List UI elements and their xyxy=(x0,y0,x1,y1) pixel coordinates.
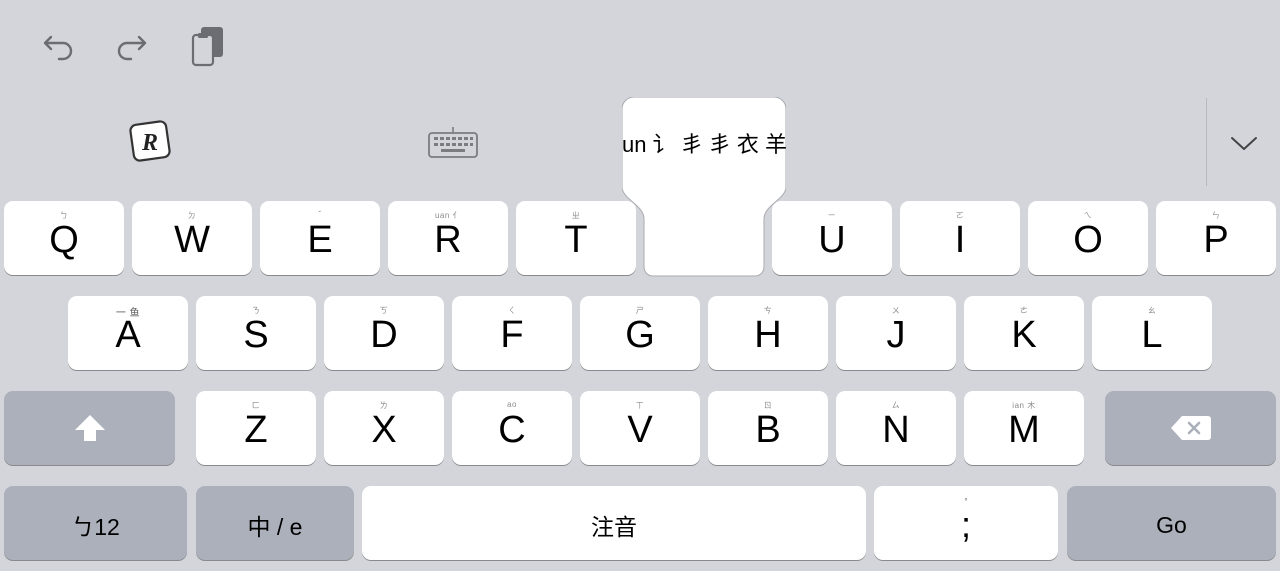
key-g[interactable]: ㄕG xyxy=(580,296,700,370)
key-b[interactable]: ㄖB xyxy=(708,391,828,465)
key-w[interactable]: ㄉW xyxy=(132,201,252,275)
key-k[interactable]: ㄜK xyxy=(964,296,1084,370)
key-s[interactable]: ㄋS xyxy=(196,296,316,370)
key-label: 中 / e xyxy=(247,514,303,540)
key-label: I xyxy=(954,218,966,261)
key-i[interactable]: ㄛI xyxy=(900,201,1020,275)
key-x[interactable]: ㄌX xyxy=(324,391,444,465)
key-o[interactable]: ㄟO xyxy=(1028,201,1148,275)
key-y-pressed-popup[interactable]: un 讠 丯 丯 衣 羊 xyxy=(622,97,788,277)
key-label: T xyxy=(564,218,588,261)
svg-text:R: R xyxy=(141,130,158,156)
key-label: O xyxy=(1073,218,1103,261)
key-label: F xyxy=(500,313,524,356)
key-label: B xyxy=(755,408,781,451)
key-label: C xyxy=(498,408,526,451)
key-label: S xyxy=(243,313,269,356)
key-label: Z xyxy=(244,408,268,451)
keyboard-icon[interactable] xyxy=(426,124,480,160)
key-label: E xyxy=(307,218,333,261)
key-q[interactable]: ㄅQ xyxy=(4,201,124,275)
key-p[interactable]: ㄣP xyxy=(1156,201,1276,275)
shift-arrow-icon xyxy=(74,415,105,441)
key-label: J xyxy=(886,313,906,356)
key-label: Q xyxy=(49,218,79,261)
handwriting-r-icon[interactable]: R xyxy=(126,118,174,164)
key-label: L xyxy=(1141,313,1163,356)
key-label: Go xyxy=(1156,511,1187,538)
delete-key[interactable] xyxy=(1105,391,1276,465)
go-key[interactable]: Go xyxy=(1067,486,1276,560)
key-label: D xyxy=(370,313,398,356)
key-label: A xyxy=(115,313,141,356)
key-label: K xyxy=(1011,313,1037,356)
key-label: U xyxy=(818,218,846,261)
space-key[interactable]: 注音 xyxy=(362,486,866,560)
key-label: ㄅ12 xyxy=(71,514,120,540)
key-label: P xyxy=(1203,218,1229,261)
chevron-down-icon[interactable] xyxy=(1224,128,1264,158)
key-d[interactable]: ㄎD xyxy=(324,296,444,370)
key-l[interactable]: ㄠL xyxy=(1092,296,1212,370)
paste-icon[interactable] xyxy=(188,24,228,68)
numbers-key[interactable]: ㄅ12 xyxy=(4,486,187,560)
key-a[interactable]: 一 鱼A xyxy=(68,296,188,370)
key-u[interactable]: ㄧU xyxy=(772,201,892,275)
key-f[interactable]: ㄑF xyxy=(452,296,572,370)
key-e[interactable]: ˇE xyxy=(260,201,380,275)
suggestion-divider xyxy=(1206,98,1207,186)
key-c[interactable]: ao C xyxy=(452,391,572,465)
key-label: G xyxy=(625,313,655,356)
language-switch-key[interactable]: 中 / e xyxy=(196,486,354,560)
popup-candidates: un 讠 丯 丯 衣 羊 xyxy=(622,132,788,157)
key-n[interactable]: ㄙN xyxy=(836,391,956,465)
key-m[interactable]: ian 木M xyxy=(964,391,1084,465)
key-j[interactable]: ㄨJ xyxy=(836,296,956,370)
key-label: W xyxy=(174,218,210,261)
key-r[interactable]: uan 亻R xyxy=(388,201,508,275)
key-z[interactable]: ㄈZ xyxy=(196,391,316,465)
key-label: X xyxy=(371,408,397,451)
shift-key[interactable] xyxy=(4,391,175,465)
key-v[interactable]: ㄒV xyxy=(580,391,700,465)
key-h[interactable]: ㄘH xyxy=(708,296,828,370)
undo-icon[interactable] xyxy=(38,28,78,64)
key-label: R xyxy=(434,218,462,261)
backspace-icon xyxy=(1170,416,1211,440)
key-label: V xyxy=(627,408,653,451)
key-label: ; xyxy=(960,504,971,545)
key-label: 注音 xyxy=(591,514,637,540)
key-label: H xyxy=(754,313,782,356)
key-label: N xyxy=(882,408,910,451)
key-label: M xyxy=(1008,408,1040,451)
redo-icon[interactable] xyxy=(112,28,152,64)
popup-shape xyxy=(622,97,786,277)
key-t[interactable]: ㄓT xyxy=(516,201,636,275)
semicolon-key[interactable]: °; xyxy=(874,486,1058,560)
